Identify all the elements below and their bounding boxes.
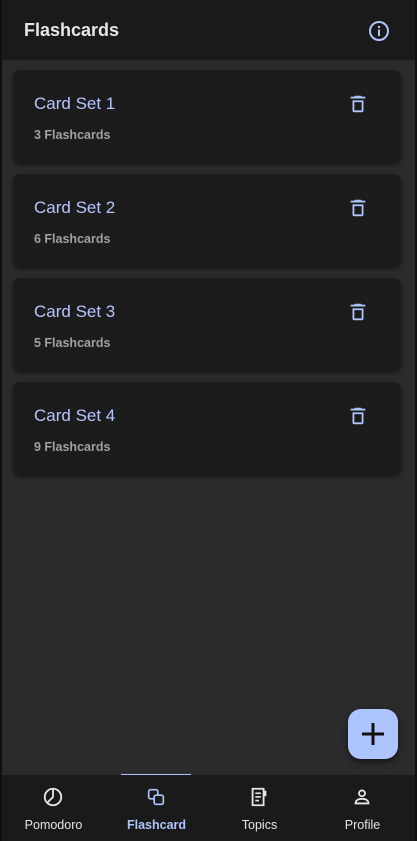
info-icon[interactable] <box>367 19 391 43</box>
timer-pie-icon <box>42 786 64 808</box>
delete-icon[interactable] <box>347 93 369 115</box>
card-set-name: Card Set 4 <box>34 406 116 425</box>
topics-document-icon <box>248 786 270 808</box>
add-set-button[interactable] <box>348 709 398 759</box>
nav-label: Profile <box>344 818 381 832</box>
card-set-count: 5 Flashcards <box>34 336 111 350</box>
nav-label: Flashcard <box>126 818 187 832</box>
card-set-item[interactable]: Card Set 1 3 Flashcards <box>13 70 401 163</box>
delete-icon[interactable] <box>347 197 369 219</box>
app-bar: Flashcards <box>2 0 415 60</box>
page-title: Flashcards <box>24 20 120 40</box>
card-set-name: Card Set 2 <box>34 198 116 217</box>
card-set-name: Card Set 1 <box>34 94 116 113</box>
nav-label: Topics <box>241 818 278 832</box>
nav-item-topics[interactable]: Topics <box>208 775 311 841</box>
card-set-count: 9 Flashcards <box>34 440 111 454</box>
nav-item-profile[interactable]: Profile <box>311 775 414 841</box>
nav-label: Pomodoro <box>24 818 83 832</box>
card-set-name: Card Set 3 <box>34 302 116 321</box>
card-set-item[interactable]: Card Set 3 5 Flashcards <box>13 278 401 371</box>
delete-icon[interactable] <box>347 405 369 427</box>
nav-item-pomodoro[interactable]: Pomodoro <box>2 775 105 841</box>
card-set-item[interactable]: Card Set 2 6 Flashcards <box>13 174 401 267</box>
plus-icon <box>362 723 384 745</box>
card-set-count: 3 Flashcards <box>34 128 111 142</box>
bottom-nav: Pomodoro Flashcard Topics Profile <box>2 775 415 841</box>
flashcard-stack-icon <box>145 786 167 808</box>
card-set-count: 6 Flashcards <box>34 232 111 246</box>
delete-icon[interactable] <box>347 301 369 323</box>
person-icon <box>351 786 373 808</box>
nav-item-flashcard[interactable]: Flashcard <box>105 775 208 841</box>
card-set-item[interactable]: Card Set 4 9 Flashcards <box>13 382 401 475</box>
app-screen: Flashcards Card Set 1 3 Flashcards Card … <box>2 0 415 841</box>
